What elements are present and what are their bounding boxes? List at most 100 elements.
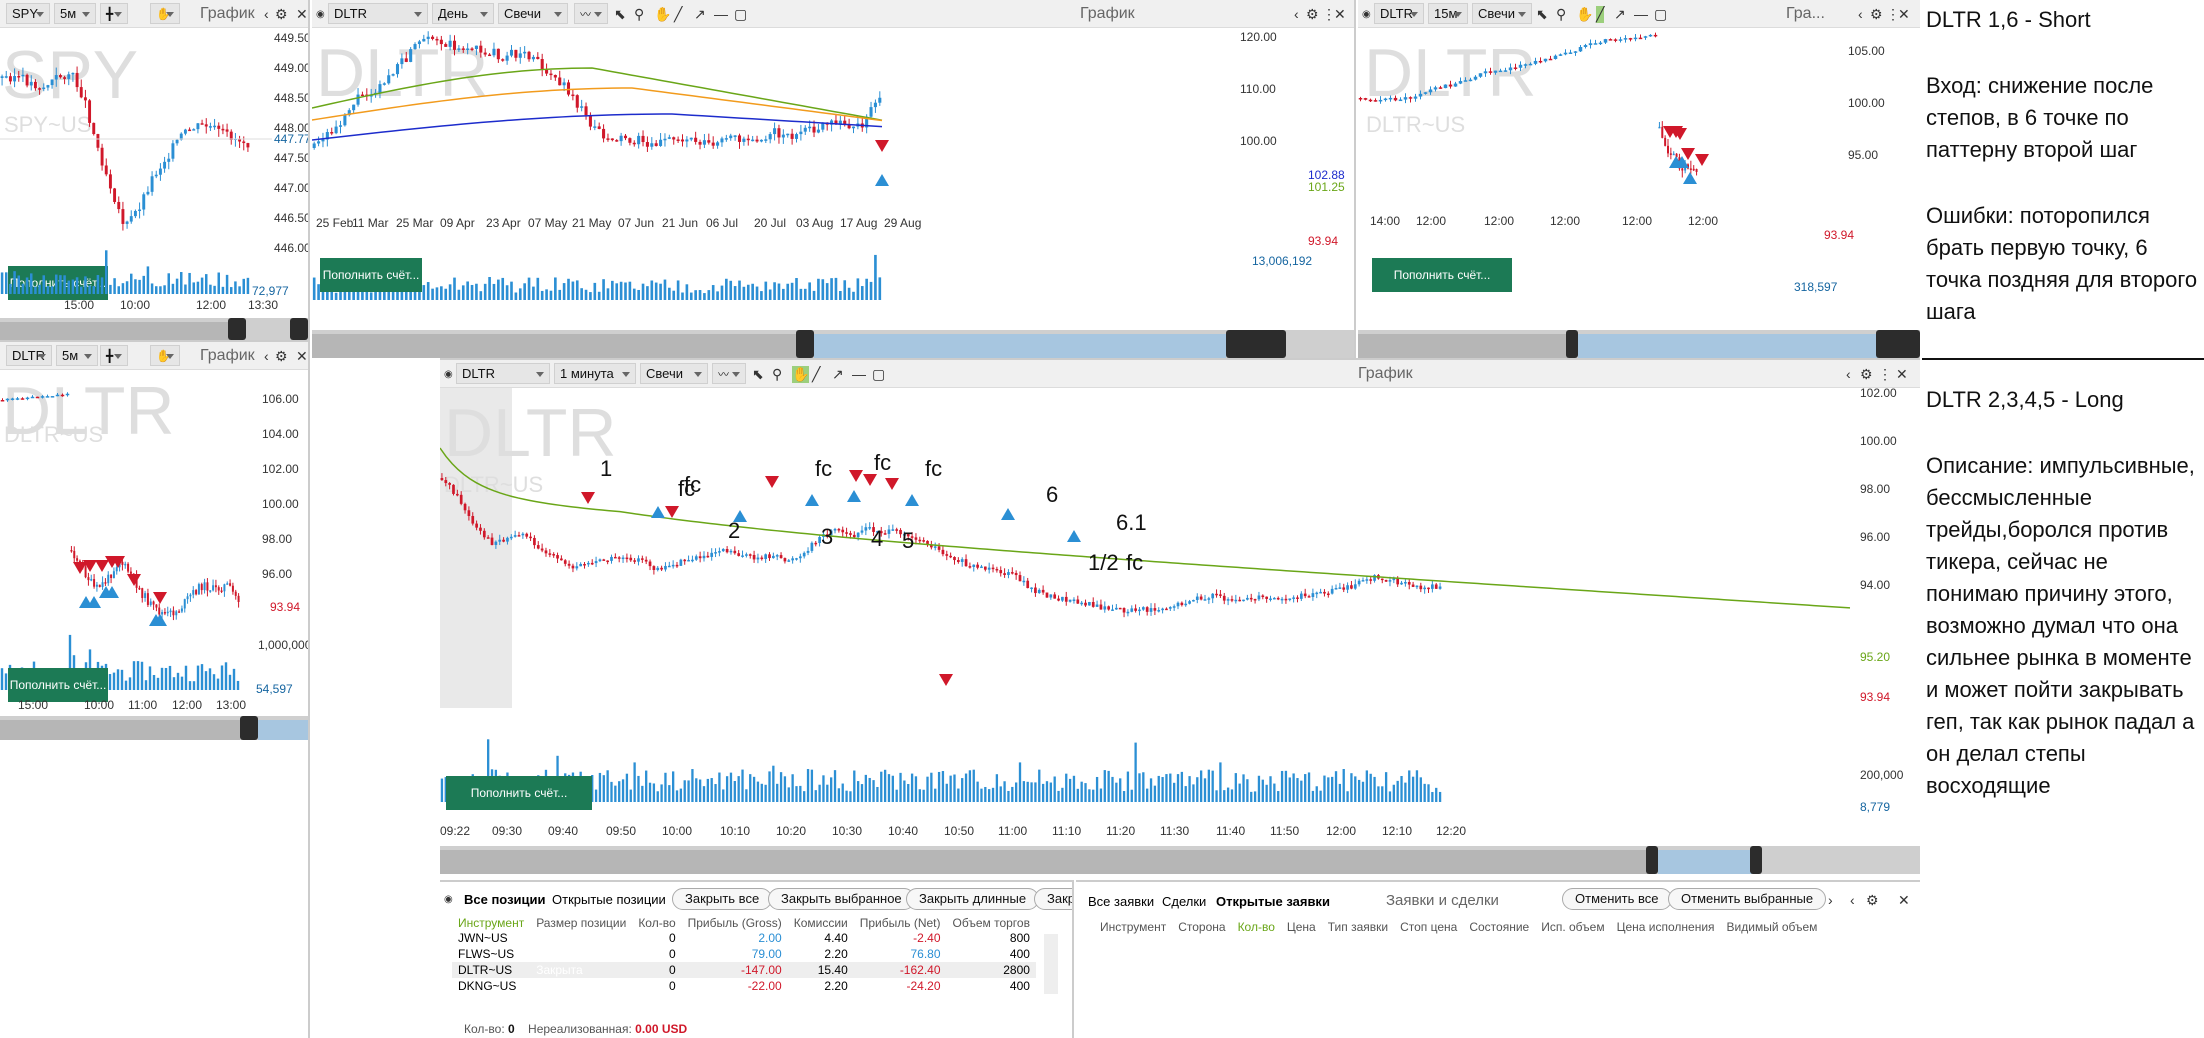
rect-tool-icon[interactable]: ▢ [734,6,747,23]
zoom-tool-icon[interactable]: ⚲ [1556,6,1566,23]
cursor-tool-icon[interactable]: ⬉ [1536,6,1548,23]
gear-icon[interactable]: ⚙ [1870,6,1883,23]
arrow-tool-icon[interactable]: ↗ [832,366,844,383]
hand-tool-select[interactable]: ✋ [150,345,180,366]
arrow-tool-icon[interactable]: ↗ [1614,6,1626,23]
table-row[interactable]: JWN~US 0 2.00 4.40 -2.40 800 [452,930,1036,946]
gear-icon[interactable]: ⚙ [1306,6,1319,23]
interval-select[interactable]: 5м [56,345,98,366]
table-row[interactable]: DLTR~US Закрыта 0 -147.00 15.40 -162.40 2800 [452,962,1036,978]
column-header[interactable]: Прибыль (Gross) [682,916,788,930]
column-header[interactable]: Цена [1287,920,1316,934]
column-header[interactable]: Инструмент [452,916,530,930]
column-header[interactable]: Кол-во [1238,920,1275,934]
line-tool-icon[interactable]: ╱ [674,6,682,23]
close-icon[interactable]: ✕ [296,6,308,23]
timeline-scrollbar[interactable] [0,716,308,740]
drag-handle-icon[interactable]: ◉ [316,9,325,20]
column-header[interactable]: Цена исполнения [1617,920,1715,934]
line-tool-icon[interactable]: ╱ [1596,6,1605,23]
timeline-scrollbar[interactable] [312,330,1354,358]
tab-trades[interactable]: Сделки [1162,894,1206,909]
gear-icon[interactable]: ⚙ [1860,366,1873,383]
close-all-button[interactable]: Закрыть все [672,888,773,910]
interval-select[interactable]: 5м [54,3,96,24]
chart-style-select[interactable]: Свечи [1472,3,1532,24]
collapse-icon[interactable]: ‹ [1858,6,1863,22]
tab-open-orders[interactable]: Открытые заявки [1216,894,1330,909]
column-header[interactable]: Исп. объем [1541,920,1604,934]
replenish-button[interactable]: Пополнить счёт... [1372,258,1512,292]
scroll-handle-left[interactable] [796,330,814,358]
hand-tool-select[interactable]: ✋ [150,3,180,24]
collapse-icon[interactable]: ‹ [1294,6,1299,22]
column-header[interactable]: Стоп цена [1400,920,1457,934]
timeline-scrollbar[interactable] [1358,330,1920,358]
scroll-handle-left[interactable] [240,716,258,740]
symbol-select[interactable]: DLTR [1374,3,1424,24]
zoom-tool-icon[interactable]: ⚲ [772,366,782,383]
close-icon[interactable]: ✕ [1334,6,1346,23]
hand-tool-icon[interactable]: ✋ [654,6,671,23]
hline-tool-icon[interactable]: — [1634,6,1648,22]
indicators-select[interactable]: 〰 [712,363,746,384]
column-header[interactable]: Комиссии [788,916,854,930]
symbol-select[interactable]: SPY [6,3,50,24]
collapse-icon[interactable]: ‹ [1846,366,1851,382]
collapse-icon[interactable]: ‹ [264,348,269,364]
indicators-select[interactable]: 〰 [574,3,608,24]
line-tool-icon[interactable]: ╱ [812,366,820,383]
symbol-select[interactable]: DLTR [456,363,550,384]
column-header[interactable]: Кол-во [632,916,681,930]
scroll-handle-left[interactable] [1566,330,1578,358]
drag-handle-icon[interactable]: ◉ [444,369,453,380]
chart-style-select[interactable]: Свечи [498,3,568,24]
column-header[interactable]: Сторона [1178,920,1225,934]
timeline-scrollbar[interactable] [0,318,308,340]
gear-icon[interactable]: ⚙ [1866,892,1879,909]
collapse-icon[interactable]: ‹ [264,6,269,22]
hline-tool-icon[interactable]: — [852,366,866,382]
column-header[interactable]: Состояние [1469,920,1529,934]
column-header[interactable]: Прибыль (Net) [854,916,947,930]
tab-all-orders[interactable]: Все заявки [1088,894,1154,909]
close-icon[interactable]: ✕ [1898,892,1910,909]
replenish-button[interactable]: Пополнить счёт... [8,668,108,702]
positions-scrollbar[interactable] [1044,934,1058,994]
more-icon[interactable]: ⋮ [1878,366,1892,383]
gear-icon[interactable]: ⚙ [275,348,288,365]
rect-tool-icon[interactable]: ▢ [1654,6,1667,23]
scroll-handle-left[interactable] [228,318,246,340]
column-header[interactable]: Тип заявки [1328,920,1388,934]
table-row[interactable]: FLWS~US 0 79.00 2.20 76.80 400 [452,946,1036,962]
symbol-select[interactable]: DLTR [6,345,52,366]
scroll-handle-right[interactable] [1226,330,1286,358]
column-header[interactable]: Объем торгов [947,916,1036,930]
close-icon[interactable]: ✕ [1898,6,1910,23]
column-header[interactable]: Инструмент [1100,920,1166,934]
close-long-button[interactable]: Закрыть длинные [906,888,1040,910]
scroll-handle-right[interactable] [1876,330,1920,358]
chart-type-select[interactable]: ╋ [100,345,128,366]
cancel-selected-button[interactable]: Отменить выбранные [1668,888,1827,910]
hand-tool-icon[interactable]: ✋ [1576,6,1593,23]
chart-type-select[interactable]: ╋ [100,3,128,24]
scroll-handle-right[interactable] [290,318,308,340]
close-icon[interactable]: ✕ [1896,366,1908,383]
close-icon[interactable]: ✕ [296,348,308,365]
tab-open-positions[interactable]: Открытые позиции [552,892,666,907]
interval-select[interactable]: День [432,3,494,24]
interval-select[interactable]: 1 минута [554,363,636,384]
zoom-tool-icon[interactable]: ⚲ [634,6,644,23]
column-header[interactable]: Видимый объем [1727,920,1818,934]
drag-handle-icon[interactable]: ◉ [1362,9,1371,20]
cancel-all-button[interactable]: Отменить все [1562,888,1672,910]
table-row[interactable]: DKNG~US 0 -22.00 2.20 -24.20 400 [452,978,1036,994]
timeline-scrollbar[interactable] [440,846,1920,874]
rect-tool-icon[interactable]: ▢ [872,366,885,383]
tab-all-positions[interactable]: Все позиции [464,892,546,907]
collapse-icon[interactable]: ‹ [1850,892,1855,908]
chart-style-select[interactable]: Свечи [640,363,708,384]
drag-handle-icon[interactable]: ◉ [444,894,453,905]
cursor-tool-icon[interactable]: ⬉ [614,6,626,23]
